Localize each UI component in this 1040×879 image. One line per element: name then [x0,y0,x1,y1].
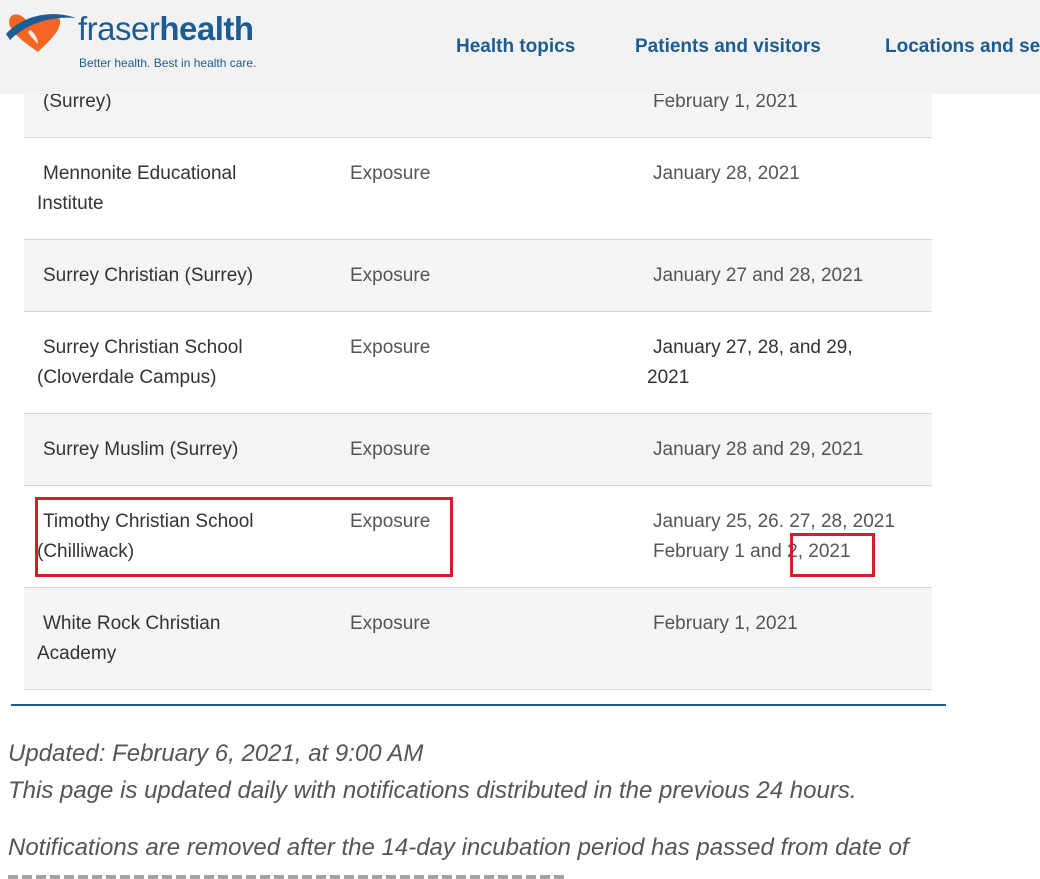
logo-wordmark: fraserhealth [78,10,254,47]
notification-type: Exposure [350,613,431,634]
table-row: Mennonite Educational Institute Exposure… [24,138,932,240]
exposure-dates-cont: 2021 [647,367,690,388]
nav-health-topics[interactable]: Health topics [456,36,575,58]
school-name: Surrey Christian School [43,337,243,358]
school-name-cont: Academy [37,643,117,664]
notification-type: Exposure [350,439,431,460]
school-name-cont: (Cloverdale Campus) [37,367,217,388]
section-divider [11,704,946,706]
exposure-dates: February 1, 2021 [653,91,798,112]
annotation-box-date [790,533,875,577]
table-row: Surrey Christian (Surrey) Exposure Janua… [24,240,932,312]
daily-update-note: This page is updated daily with notifica… [8,777,857,804]
notification-type: Exposure [350,265,431,286]
school-name-cont: Institute [37,193,104,214]
school-name: (Surrey) [43,91,112,112]
exposure-dates: January 27, 28, and 29, [653,337,853,358]
school-name: White Rock Christian [43,613,221,634]
notification-type: Exposure [350,337,431,358]
fraserhealth-logo[interactable]: fraserhealth Better health. Best in heal… [4,6,256,76]
school-name: Surrey Christian (Surrey) [43,265,254,286]
cutoff-text-fragment [8,871,568,879]
heart-logo-icon [6,14,76,53]
table-row: Surrey Muslim (Surrey) Exposure January … [24,414,932,486]
school-name: Mennonite Educational [43,163,237,184]
school-name: Surrey Muslim (Surrey) [43,439,239,460]
site-header: fraserhealth Better health. Best in heal… [0,0,1040,94]
exposure-dates: January 28 and 29, 2021 [653,439,864,460]
updated-timestamp: Updated: February 6, 2021, at 9:00 AM [8,740,424,767]
exposure-dates: January 28, 2021 [653,163,800,184]
nav-patients-visitors[interactable]: Patients and visitors [635,36,821,58]
removal-note: Notifications are removed after the 14-d… [8,834,909,861]
table-row: Surrey Christian School (Cloverdale Camp… [24,312,932,414]
exposure-dates: January 27 and 28, 2021 [653,265,864,286]
table-row: White Rock Christian Academy Exposure Fe… [24,588,932,690]
nav-locations-services[interactable]: Locations and se [885,36,1040,58]
notification-type: Exposure [350,163,431,184]
annotation-box-school [35,497,453,577]
logo-tagline: Better health. Best in health care. [79,56,257,70]
exposure-dates: February 1, 2021 [653,613,798,634]
